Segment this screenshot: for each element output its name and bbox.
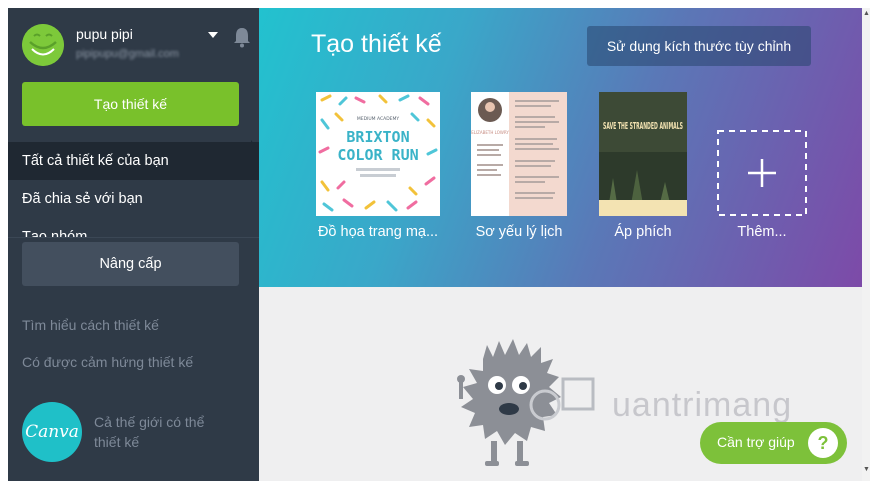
sidebar: pupu pipi pipipupu@gmail.com Tạo thiết k…	[8, 8, 259, 481]
thumbnail-title-1: BRIXTON	[346, 128, 409, 146]
upgrade-button[interactable]: Nâng cấp	[22, 242, 239, 286]
smiley-face-icon	[22, 24, 64, 66]
canva-logo[interactable]: Canva	[22, 402, 82, 462]
help-button[interactable]: Cần trợ giúp ?	[700, 422, 847, 464]
create-design-button[interactable]: Tạo thiết kế	[22, 82, 239, 126]
scrollbar[interactable]	[862, 8, 870, 481]
template-label: Áp phích	[614, 224, 672, 240]
page-title: Tạo thiết kế	[311, 30, 442, 58]
scroll-down-icon[interactable]: ▼	[863, 466, 870, 473]
learn-design-link[interactable]: Tìm hiểu cách thiết kế	[22, 317, 159, 333]
resume-thumbnail[interactable]: ELIZABETH LOWRY	[471, 92, 567, 216]
thumbnail-title-2: COLOR RUN	[337, 146, 418, 164]
window-frame-top	[0, 0, 870, 8]
sidebar-item-shared-with-you[interactable]: Đã chia sẻ với bạn	[8, 180, 259, 218]
design-inspiration-link[interactable]: Có được cảm hứng thiết kế	[22, 354, 193, 370]
help-label: Cần trợ giúp	[717, 434, 795, 450]
template-label: Sơ yếu lý lịch	[475, 224, 563, 240]
sidebar-nav: Tất cả thiết kế của bạn Đã chia sẻ với b…	[8, 142, 259, 238]
custom-size-button[interactable]: Sử dụng kích thước tùy chỉnh	[587, 26, 811, 66]
username: pupu pipi	[76, 26, 133, 42]
sidebar-item-create-team[interactable]: Tạo nhóm	[8, 218, 259, 238]
monster-mascot-icon	[457, 339, 595, 466]
thumbnail-subtitle: MEDIUM ACADEMY	[357, 116, 400, 122]
thumbnail-title: SAVE THE STRANDED ANIMALS	[603, 121, 683, 132]
template-label: Đồ họa trang mạ...	[317, 224, 439, 240]
social-graphic-thumbnail[interactable]: MEDIUM ACADEMY BRIXTON COLOR RUN	[316, 92, 440, 216]
thumbnail-name: ELIZABETH LOWRY	[471, 130, 509, 135]
create-design-panel: Tạo thiết kế Sử dụng kích thước tùy chỉn…	[259, 8, 862, 287]
divider	[8, 237, 259, 238]
template-label: Thêm...	[737, 224, 787, 240]
plus-icon[interactable]	[717, 130, 807, 220]
avatar[interactable]	[22, 24, 64, 66]
chevron-down-icon[interactable]	[208, 32, 218, 38]
user-menu[interactable]: pupu pipi pipipupu@gmail.com	[22, 24, 250, 74]
scroll-up-icon[interactable]: ▲	[863, 10, 870, 17]
user-email: pipipupu@gmail.com	[76, 48, 179, 60]
poster-thumbnail[interactable]: SAVE THE STRANDED ANIMALS	[599, 92, 687, 216]
promo-text: Cả thế giới có thể thiết kế	[94, 414, 205, 450]
question-mark-icon: ?	[808, 428, 838, 458]
sidebar-item-all-designs[interactable]: Tất cả thiết kế của bạn	[8, 142, 259, 180]
watermark: uantrimang	[612, 386, 793, 424]
bell-icon[interactable]	[232, 26, 252, 48]
window-frame-left	[0, 0, 8, 481]
